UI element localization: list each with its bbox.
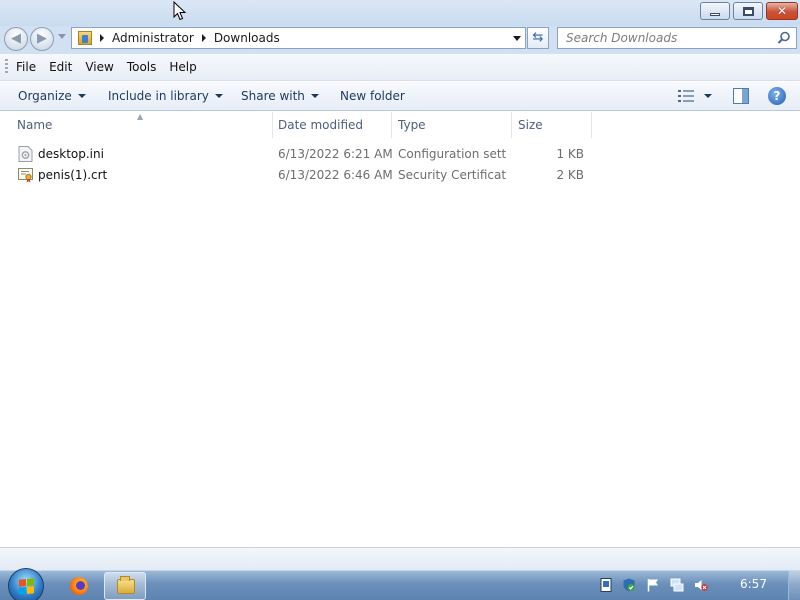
chevron-down-icon (77, 94, 86, 98)
taskbar-firefox[interactable] (58, 572, 100, 600)
window-controls: ✕ (697, 2, 798, 20)
security-shield-icon[interactable] (622, 578, 636, 592)
file-list[interactable]: ▲ Name Date modified Type Size desktop.i… (0, 112, 800, 547)
refresh-icon: ⇆ (532, 30, 544, 45)
certificate-file-icon (18, 168, 33, 183)
back-arrow-icon: ◀ (11, 31, 21, 46)
change-view-icon[interactable] (678, 90, 694, 102)
volume-muted-icon[interactable] (694, 578, 708, 592)
preview-pane-button[interactable] (733, 88, 749, 104)
back-button[interactable]: ◀ (4, 27, 28, 51)
navigation-bar: ◀ ▶ Administrator Downloads ⇆ (0, 26, 800, 54)
new-folder-button[interactable]: New folder (340, 89, 405, 103)
column-header-date-modified[interactable]: Date modified (273, 112, 391, 138)
share-with-label: Share with (241, 89, 305, 103)
new-folder-label: New folder (340, 89, 405, 103)
file-size: 1 KB (556, 147, 584, 161)
firefox-icon (70, 577, 88, 595)
breadcrumb-chevron-icon[interactable] (100, 34, 104, 42)
breadcrumb-chevron-icon[interactable] (201, 34, 206, 42)
folder-icon (117, 576, 135, 594)
file-row[interactable]: desktop.ini 6/13/2022 6:21 AM Configurat… (0, 144, 600, 164)
column-header-name[interactable]: Name (12, 112, 272, 138)
chevron-down-icon (214, 94, 223, 98)
search-box[interactable] (557, 27, 797, 49)
minimize-button[interactable] (700, 2, 730, 20)
file-date-modified: 6/13/2022 6:21 AM (278, 147, 393, 161)
view-options-dropdown[interactable] (704, 94, 712, 98)
restore-icon (742, 6, 754, 16)
forward-arrow-icon: ▶ (37, 31, 47, 46)
start-button[interactable] (8, 568, 44, 600)
minimize-icon (710, 13, 720, 16)
menu-tools[interactable]: Tools (127, 60, 157, 74)
network-icon[interactable] (670, 578, 684, 592)
show-desktop-button[interactable] (788, 571, 800, 600)
file-name[interactable]: desktop.ini (38, 147, 104, 161)
downloads-folder-icon (78, 31, 92, 45)
column-header-type[interactable]: Type (393, 112, 511, 138)
menu-view[interactable]: View (85, 60, 113, 74)
breadcrumb-downloads[interactable]: Downloads (214, 31, 280, 45)
command-toolbar: Organize Include in library Share with N… (0, 82, 800, 111)
organize-label: Organize (18, 89, 72, 103)
include-in-library-label: Include in library (108, 89, 209, 103)
menu-help[interactable]: Help (169, 60, 196, 74)
forward-button[interactable]: ▶ (30, 27, 54, 51)
notification-area: 6:57 (592, 571, 800, 600)
column-header-size[interactable]: Size (513, 112, 591, 138)
document-icon[interactable] (599, 578, 613, 592)
close-button[interactable]: ✕ (766, 2, 798, 20)
menu-edit[interactable]: Edit (49, 60, 72, 74)
help-icon: ? (773, 89, 781, 103)
column-divider[interactable] (391, 112, 392, 138)
windows-logo-icon (19, 578, 34, 595)
help-button[interactable]: ? (768, 87, 786, 105)
file-size: 2 KB (556, 168, 584, 182)
menu-file[interactable]: File (16, 60, 36, 74)
column-divider[interactable] (591, 112, 592, 138)
organize-button[interactable]: Organize (18, 89, 86, 103)
close-icon: ✕ (776, 4, 788, 18)
menu-bar: File Edit View Tools Help (0, 54, 800, 81)
restore-button[interactable] (733, 2, 763, 20)
search-icon[interactable] (777, 31, 791, 45)
file-name[interactable]: penis(1).crt (38, 168, 107, 182)
address-bar[interactable]: Administrator Downloads (71, 27, 526, 49)
taskbar: 6:57 (0, 568, 800, 600)
mouse-cursor-icon (173, 1, 187, 21)
taskbar-windows-explorer[interactable] (104, 572, 146, 600)
share-with-button[interactable]: Share with (241, 89, 319, 103)
address-history-dropdown[interactable] (513, 36, 521, 41)
chevron-down-icon (310, 94, 319, 98)
menu-grip (5, 59, 8, 75)
file-row[interactable]: penis(1).crt 6/13/2022 6:46 AM Security … (0, 165, 600, 185)
ini-file-icon (18, 146, 33, 162)
action-center-flag-icon[interactable] (646, 578, 660, 592)
window-title-bar[interactable]: ✕ (0, 0, 800, 26)
file-type: Configuration sett... (398, 147, 506, 161)
file-date-modified: 6/13/2022 6:46 AM (278, 168, 393, 182)
recent-pages-dropdown[interactable] (58, 34, 66, 39)
include-in-library-button[interactable]: Include in library (108, 89, 223, 103)
column-divider[interactable] (511, 112, 512, 138)
taskbar-clock[interactable]: 6:57 (740, 577, 767, 591)
status-bar (0, 547, 800, 570)
search-input[interactable] (558, 28, 758, 48)
file-type: Security Certificate (398, 168, 506, 182)
refresh-button[interactable]: ⇆ (527, 27, 549, 49)
breadcrumb-administrator[interactable]: Administrator (112, 31, 194, 45)
